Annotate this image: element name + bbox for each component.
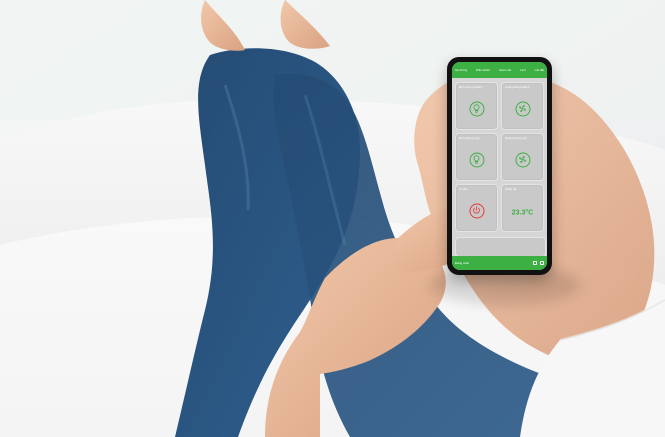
background-scene — [0, 0, 665, 437]
tile-living-room-light[interactable]: Đèn phòng khách — [455, 82, 498, 130]
app-bottom-bar: Đăng xuất — [452, 256, 547, 270]
phone-screen: Hệ thống Điều khiển Giám sát Lịch Cài đặ… — [452, 62, 547, 270]
fan-icon — [515, 101, 530, 117]
power-icon — [469, 203, 484, 219]
tab-control[interactable]: Điều khiển — [476, 68, 490, 72]
app-top-tabs: Hệ thống Điều khiển Giám sát Lịch Cài đặ… — [452, 62, 547, 78]
temperature-value: 23.3°C — [511, 209, 534, 217]
tile-title: Ổ cắm — [459, 187, 468, 191]
tile-socket[interactable]: Ổ cắm — [455, 184, 498, 232]
bottom-icons — [533, 261, 544, 265]
tile-temperature[interactable]: Nhiệt độ 23.3°C — [501, 184, 544, 232]
bulb-icon — [469, 101, 484, 117]
device-grid: Đèn phòng khách Quạt phòng khách Đèn phò… — [455, 82, 544, 232]
tile-bedroom-fan[interactable]: Quạt phòng ngủ — [501, 133, 544, 181]
tile-living-room-fan[interactable]: Quạt phòng khách — [501, 82, 544, 130]
tile-title: Đèn phòng ngủ — [459, 136, 480, 140]
smartphone: Hệ thống Điều khiển Giám sát Lịch Cài đặ… — [447, 57, 552, 275]
tile-title: Quạt phòng khách — [505, 85, 530, 89]
tile-title: Nhiệt độ — [505, 187, 517, 191]
tab-settings[interactable]: Cài đặt — [534, 68, 544, 72]
photo-frame: Hệ thống Điều khiển Giám sát Lịch Cài đặ… — [0, 0, 665, 437]
info-icon[interactable] — [540, 261, 544, 265]
tab-schedule[interactable]: Lịch — [520, 68, 526, 72]
tile-title: Đèn phòng khách — [459, 85, 483, 89]
tile-title: Quạt phòng ngủ — [505, 136, 527, 140]
tile-bedroom-light[interactable]: Đèn phòng ngủ — [455, 133, 498, 181]
bulb-icon — [469, 152, 484, 168]
fan-icon — [515, 152, 530, 168]
tab-system[interactable]: Hệ thống — [455, 68, 467, 72]
empty-panel — [455, 237, 546, 257]
tab-monitor[interactable]: Giám sát — [499, 68, 511, 72]
settings-icon[interactable] — [533, 261, 537, 265]
logout-label[interactable]: Đăng xuất — [455, 261, 469, 265]
